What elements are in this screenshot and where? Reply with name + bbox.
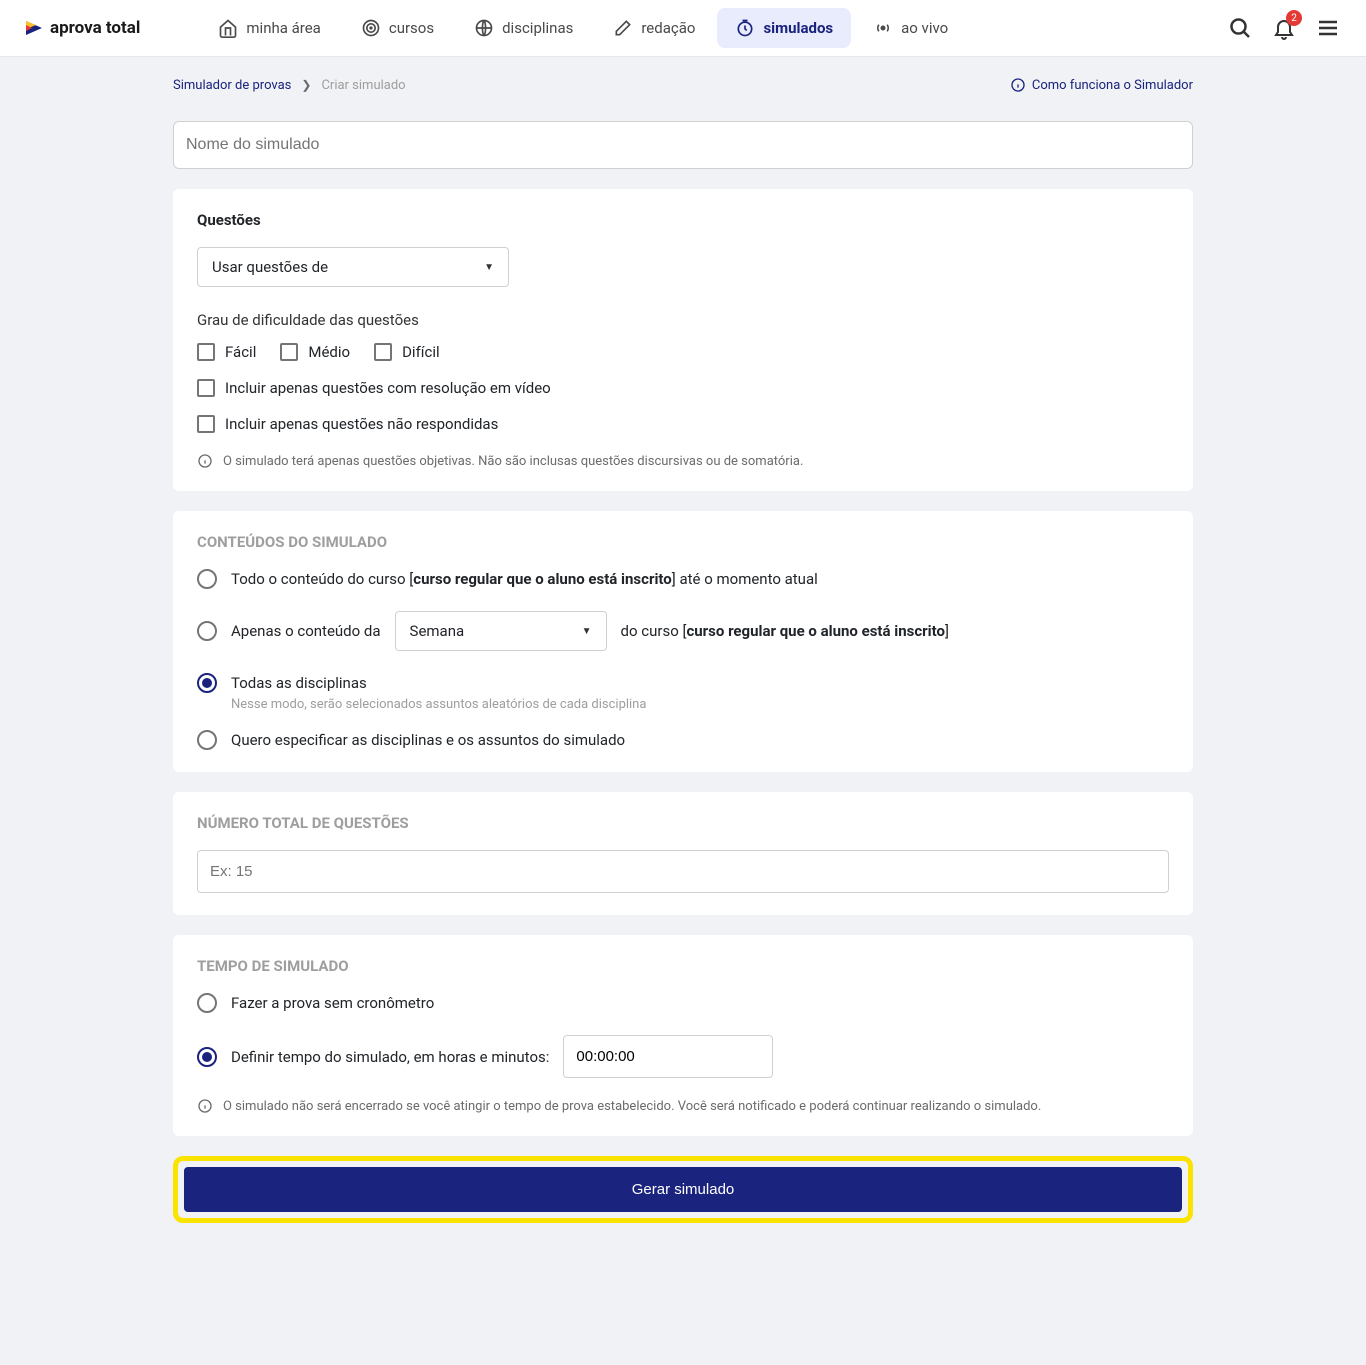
search-icon[interactable]	[1228, 16, 1252, 40]
radio-label: Fazer a prova sem cronômetro	[231, 994, 434, 1012]
question-source-select[interactable]: Usar questões de ▼	[197, 247, 509, 287]
chevron-right-icon: ❯	[301, 78, 311, 92]
checkbox-box	[197, 415, 215, 433]
checkbox-label: Incluir apenas questões não respondidas	[225, 415, 498, 433]
main-nav: minha área cursos disciplinas redação si…	[200, 8, 1228, 48]
info-icon	[1010, 77, 1026, 93]
broadcast-icon	[873, 18, 893, 38]
header-actions: 2	[1228, 16, 1340, 40]
checkbox-label: Incluir apenas questões com resolução em…	[225, 379, 551, 397]
time-title: TEMPO DE SIMULADO	[197, 957, 1169, 975]
nav-minha-area[interactable]: minha área	[200, 8, 338, 48]
radio-label: Quero especificar as disciplinas e os as…	[231, 731, 625, 749]
radio-label: do curso [curso regular que o aluno está…	[621, 622, 949, 640]
checkbox-box	[374, 343, 392, 361]
help-link[interactable]: Como funciona o Simulador	[1010, 77, 1193, 93]
checkbox-unanswered-only[interactable]: Incluir apenas questões não respondidas	[197, 415, 1169, 433]
questions-card: Questões Usar questões de ▼ Grau de difi…	[173, 189, 1193, 491]
difficulty-label: Grau de dificuldade das questões	[197, 311, 1169, 329]
note-text: O simulado terá apenas questões objetiva…	[223, 454, 803, 469]
radio-no-timer[interactable]: Fazer a prova sem cronômetro	[197, 993, 1169, 1013]
checkbox-video-only[interactable]: Incluir apenas questões com resolução em…	[197, 379, 1169, 397]
breadcrumb: Simulador de provas ❯ Criar simulado	[173, 78, 406, 93]
radio-label: Definir tempo do simulado, em horas e mi…	[231, 1048, 549, 1066]
radio-circle	[197, 1047, 217, 1067]
pen-icon	[613, 18, 633, 38]
nav-disciplinas[interactable]: disciplinas	[456, 8, 591, 48]
checkbox-box	[280, 343, 298, 361]
nav-ao-vivo[interactable]: ao vivo	[855, 8, 966, 48]
notification-badge: 2	[1286, 10, 1302, 26]
checkbox-box	[197, 343, 215, 361]
checkbox-label: Difícil	[402, 343, 440, 361]
questions-title: Questões	[197, 211, 1169, 229]
radio-circle	[197, 621, 217, 641]
radio-all-content[interactable]: Todo o conteúdo do curso [curso regular …	[197, 569, 1169, 589]
number-title: NÚMERO TOTAL DE QUESTÕES	[197, 814, 1169, 832]
radio-circle	[197, 730, 217, 750]
checkbox-dificil[interactable]: Difícil	[374, 343, 440, 361]
generate-button[interactable]: Gerar simulado	[184, 1167, 1182, 1212]
target-icon	[361, 18, 381, 38]
nav-label: cursos	[389, 19, 434, 37]
total-questions-input[interactable]	[197, 850, 1169, 893]
breadcrumb-parent[interactable]: Simulador de provas	[173, 78, 291, 93]
radio-define-timer[interactable]: Definir tempo do simulado, em horas e mi…	[197, 1035, 1169, 1078]
content-title: CONTEÚDOS DO SIMULADO	[197, 533, 1169, 551]
chevron-down-icon: ▼	[484, 262, 494, 273]
notifications-icon[interactable]: 2	[1272, 16, 1296, 40]
number-card: NÚMERO TOTAL DE QUESTÕES	[173, 792, 1193, 915]
nav-cursos[interactable]: cursos	[343, 8, 452, 48]
radio-circle	[197, 673, 217, 693]
radio-helper-text: Nesse modo, serão selecionados assuntos …	[231, 697, 1169, 712]
checkbox-box	[197, 379, 215, 397]
nav-label: redação	[641, 19, 695, 37]
chevron-down-icon: ▼	[582, 626, 592, 637]
info-icon	[197, 1098, 213, 1114]
week-select[interactable]: Semana ▼	[395, 611, 607, 651]
app-header: aprova total minha área cursos disciplin…	[0, 0, 1366, 57]
checkbox-label: Médio	[308, 343, 350, 361]
info-icon	[197, 453, 213, 469]
difficulty-options: Fácil Médio Difícil	[197, 343, 1169, 361]
help-link-label: Como funciona o Simulador	[1032, 78, 1193, 93]
radio-label: Apenas o conteúdo da	[231, 622, 381, 640]
nav-label: ao vivo	[901, 19, 948, 37]
time-note: O simulado não será encerrado se você at…	[197, 1098, 1169, 1114]
menu-icon[interactable]	[1316, 16, 1340, 40]
home-icon	[218, 18, 238, 38]
time-card: TEMPO DE SIMULADO Fazer a prova sem cron…	[173, 935, 1193, 1136]
radio-label: Todo o conteúdo do curso [curso regular …	[231, 570, 818, 588]
checkbox-facil[interactable]: Fácil	[197, 343, 256, 361]
radio-all-disciplines[interactable]: Todas as disciplinas	[197, 673, 1169, 693]
nav-label: disciplinas	[502, 19, 573, 37]
generate-highlight: Gerar simulado	[173, 1156, 1193, 1223]
questions-note: O simulado terá apenas questões objetiva…	[197, 453, 1169, 469]
breadcrumb-current: Criar simulado	[321, 78, 405, 93]
logo-icon	[26, 18, 44, 38]
breadcrumb-row: Simulador de provas ❯ Criar simulado Com…	[173, 77, 1193, 93]
simulado-name-input[interactable]	[173, 121, 1193, 169]
select-label: Usar questões de	[212, 258, 328, 276]
checkbox-label: Fácil	[225, 343, 256, 361]
logo[interactable]: aprova total	[26, 18, 140, 38]
nav-label: simulados	[763, 19, 833, 37]
radio-week-content[interactable]: Apenas o conteúdo da Semana ▼ do curso […	[197, 611, 1169, 651]
radio-label: Todas as disciplinas	[231, 674, 367, 692]
radio-circle	[197, 993, 217, 1013]
nav-label: minha área	[246, 19, 320, 37]
logo-text: aprova total	[50, 18, 140, 38]
checkbox-medio[interactable]: Médio	[280, 343, 350, 361]
select-label: Semana	[410, 622, 465, 640]
radio-specify[interactable]: Quero especificar as disciplinas e os as…	[197, 730, 1169, 750]
content-card: CONTEÚDOS DO SIMULADO Todo o conteúdo do…	[173, 511, 1193, 772]
nav-redacao[interactable]: redação	[595, 8, 713, 48]
globe-icon	[474, 18, 494, 38]
time-input[interactable]	[563, 1035, 773, 1078]
nav-simulados[interactable]: simulados	[717, 8, 851, 48]
note-text: O simulado não será encerrado se você at…	[223, 1099, 1041, 1114]
timer-icon	[735, 18, 755, 38]
radio-circle	[197, 569, 217, 589]
